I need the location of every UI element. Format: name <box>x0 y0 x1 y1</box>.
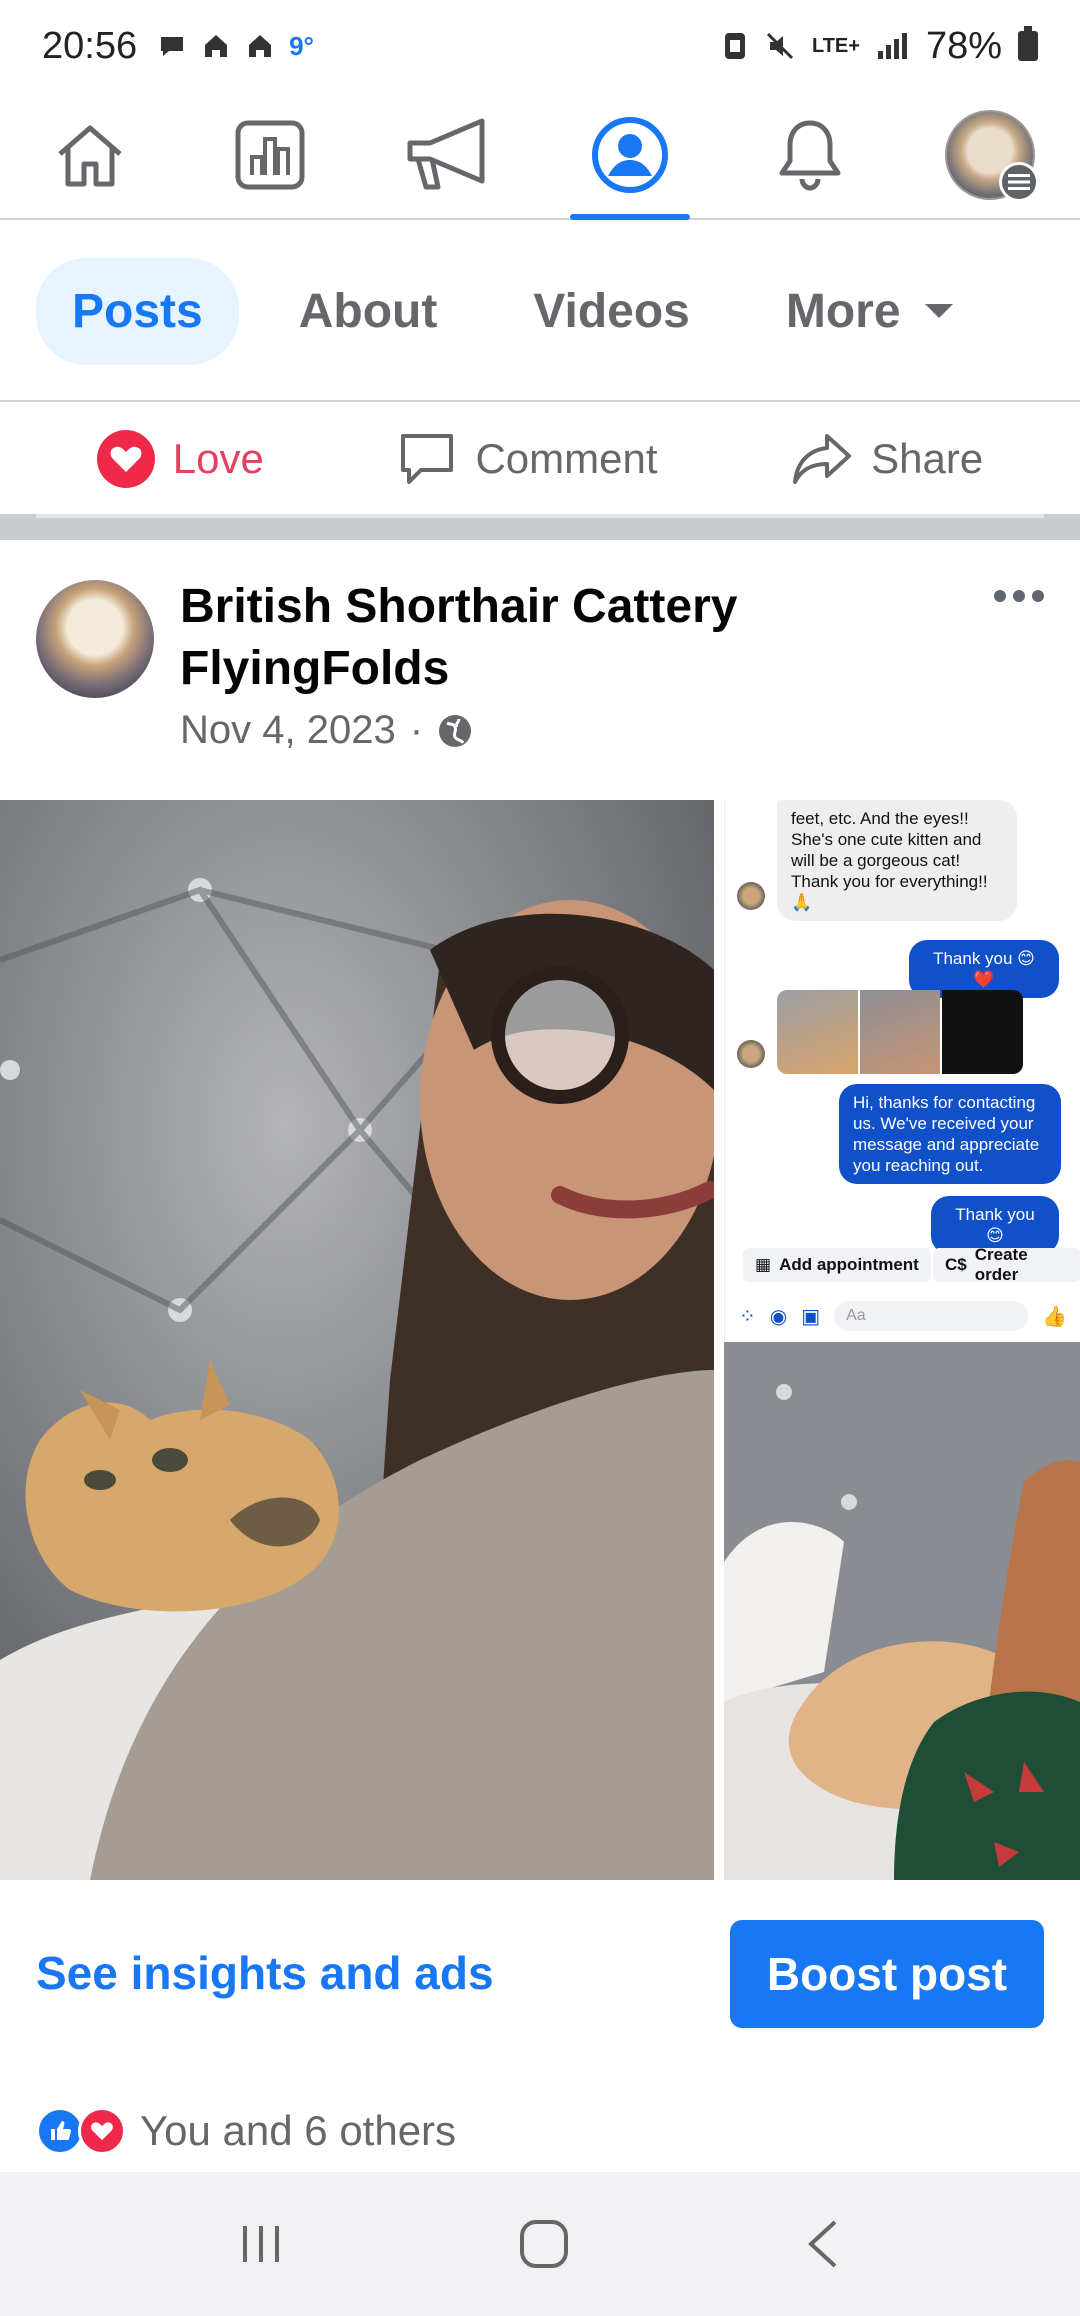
chat-input: Aa <box>834 1301 1029 1331</box>
calendar-icon: ▦ <box>755 1255 772 1274</box>
reaction-summary[interactable]: You and 6 others <box>0 2086 1080 2176</box>
battery-icon <box>1018 26 1038 61</box>
tab-more[interactable]: More <box>750 258 989 365</box>
love-button[interactable]: Love <box>96 430 264 488</box>
boost-post-button[interactable]: Boost post <box>730 1920 1044 2028</box>
chat-photo-2 <box>859 990 941 1074</box>
comment-icon <box>401 434 454 484</box>
account-avatar <box>945 110 1039 202</box>
chat-message-in: feet, etc. And the eyes!! She's one cute… <box>777 800 1017 921</box>
back-icon[interactable] <box>803 2218 843 2270</box>
profile-tabs: Posts About Videos More <box>0 222 1080 402</box>
status-left-icons: 9° <box>157 31 314 62</box>
chat-photo-strip <box>777 990 1024 1074</box>
reaction-text: You and 6 others <box>140 2107 457 2154</box>
photo-woman-with-cat[interactable] <box>0 800 714 1880</box>
status-bar: 20:56 9° LTE+ 78% <box>0 0 1080 92</box>
nav-home[interactable] <box>0 92 180 218</box>
recent-apps-icon[interactable] <box>237 2220 285 2268</box>
chat-auto-reply: Hi, thanks for contacting us. We've rece… <box>839 1084 1061 1184</box>
battery-percent: 78% <box>925 24 1002 67</box>
home-status-icon-2 <box>249 35 272 57</box>
caret-down-icon <box>924 304 953 318</box>
post-options-icon[interactable] <box>994 590 1044 602</box>
nav-profile[interactable] <box>540 92 720 220</box>
post-header: British Shorthair Cattery FlyingFolds No… <box>0 560 1080 796</box>
post-footer: See insights and ads Boost post <box>0 1884 1080 2084</box>
like-reaction-icon <box>36 2107 84 2155</box>
chat-photo-3 <box>942 990 1024 1074</box>
tab-posts[interactable]: Posts <box>36 257 239 365</box>
nfc-icon <box>724 33 745 59</box>
system-navigation-bar <box>0 2172 1080 2316</box>
heart-icon <box>96 430 155 488</box>
tab-about[interactable]: About <box>263 258 474 365</box>
share-button[interactable]: Share <box>791 430 983 488</box>
home-button-icon[interactable] <box>518 2218 570 2270</box>
home-status-icon <box>205 35 228 57</box>
create-order-label: Create order <box>974 1245 1028 1284</box>
profile-icon <box>592 117 668 193</box>
apps-icon: ⁘ <box>739 1305 756 1328</box>
post-meta: Nov 4, 2023 · <box>180 708 473 753</box>
love-reaction-icon <box>78 2107 126 2155</box>
nav-ads[interactable] <box>360 92 540 218</box>
home-icon <box>58 125 122 187</box>
post-date[interactable]: Nov 4, 2023 <box>180 708 396 753</box>
share-label: Share <box>871 435 984 482</box>
tab-about-label: About <box>298 284 438 338</box>
meta-separator: · <box>409 708 424 752</box>
network-type: LTE+ <box>811 35 860 57</box>
chat-composer: ⁘ ◉ ▣ Aa 👍 <box>725 1296 1080 1336</box>
gallery-icon: ▣ <box>801 1305 821 1328</box>
love-label: Love <box>172 435 264 482</box>
chat-avatar-2 <box>737 1040 765 1068</box>
section-divider <box>0 514 1080 540</box>
signal-icon <box>877 33 907 59</box>
photo-illustration <box>0 800 714 1880</box>
tab-videos[interactable]: Videos <box>497 258 726 365</box>
tab-videos-label: Videos <box>533 284 690 338</box>
mute-icon <box>766 32 794 60</box>
nav-dashboard[interactable] <box>180 92 360 218</box>
tab-more-label: More <box>785 284 901 338</box>
weather-temp: 9° <box>289 30 314 61</box>
post-author[interactable]: British Shorthair Cattery FlyingFolds <box>180 576 820 700</box>
chat-icon <box>161 37 184 56</box>
post-actions: Love Comment Share <box>0 404 1080 514</box>
megaphone-icon <box>407 118 485 190</box>
reaction-icons <box>36 2107 126 2155</box>
photo-sleeping-cat[interactable] <box>724 1342 1080 1880</box>
comment-label: Comment <box>475 435 658 482</box>
author-avatar[interactable] <box>36 580 154 698</box>
add-appointment-label: Add appointment <box>779 1255 919 1274</box>
camera-icon: ◉ <box>769 1305 788 1328</box>
dashboard-icon <box>235 120 305 190</box>
chat-avatar <box>737 882 765 910</box>
share-icon <box>793 434 852 484</box>
post-images: feet, etc. And the eyes!! She's one cute… <box>0 800 1080 1880</box>
globe-icon <box>439 714 472 747</box>
status-right-icons: LTE+ 78% <box>722 25 1038 68</box>
status-time: 20:56 <box>42 24 138 67</box>
see-insights-link[interactable]: See insights and ads <box>36 1946 494 2000</box>
menu-icon <box>999 162 1039 202</box>
bell-icon <box>779 120 841 191</box>
currency-icon: C$ <box>945 1255 967 1274</box>
nav-account-menu[interactable] <box>900 92 1080 218</box>
like-icon: 👍 <box>1042 1305 1067 1328</box>
comment-button[interactable]: Comment <box>397 430 658 488</box>
chat-photo-1 <box>777 990 858 1074</box>
nav-notifications[interactable] <box>720 92 900 218</box>
add-appointment-button: ▦ Add appointment <box>743 1248 931 1282</box>
create-order-button: C$ Create order <box>933 1245 1080 1284</box>
photo-chat-screenshot[interactable]: feet, etc. And the eyes!! She's one cute… <box>724 800 1080 1340</box>
photo-illustration-2 <box>724 1342 1080 1880</box>
top-navigation <box>0 92 1080 220</box>
tab-posts-label: Posts <box>72 284 203 338</box>
